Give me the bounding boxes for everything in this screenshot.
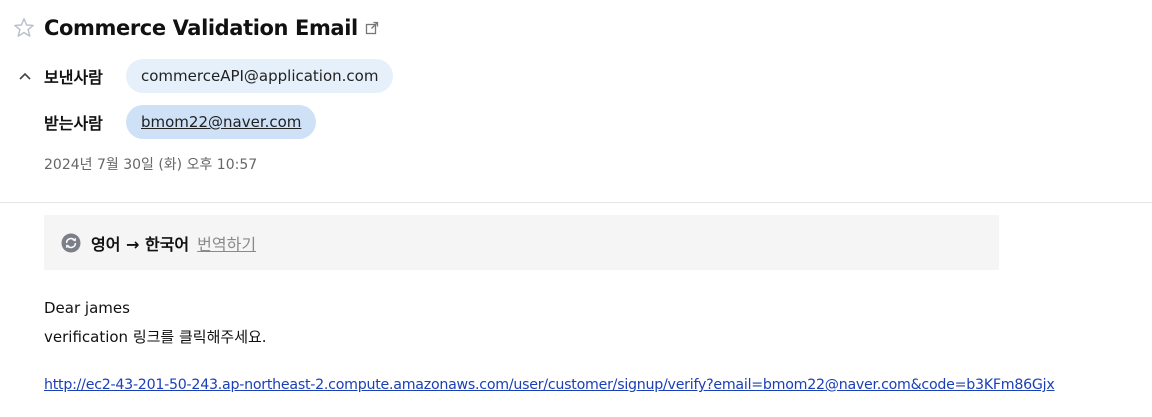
recipient-label: 받는사람 (44, 114, 103, 133)
chevron-up-icon[interactable] (18, 70, 32, 82)
mail-read-view: Commerce Validation Email 보낸사람 commerceA… (0, 0, 1152, 417)
translate-language-pair: 영어 → 한국어 (91, 234, 190, 254)
open-in-new-window-icon[interactable] (365, 21, 379, 35)
mail-date: 2024년 7월 30일 (화) 오후 10:57 (44, 157, 258, 173)
recipient-address-chip[interactable]: bmom22@naver.com (126, 105, 317, 139)
mail-subject: Commerce Validation Email (44, 16, 358, 40)
star-icon[interactable] (12, 16, 36, 40)
mail-body-greeting: Dear james (44, 299, 130, 317)
translate-button[interactable]: 번역하기 (197, 231, 256, 255)
mail-header: Commerce Validation Email (12, 12, 379, 44)
header-divider (0, 202, 1152, 203)
sender-label: 보낸사람 (44, 68, 103, 87)
translate-refresh-icon (61, 233, 81, 253)
sender-address-chip[interactable]: commerceAPI@application.com (126, 59, 394, 93)
verification-link[interactable]: http://ec2-43-201-50-243.ap-northeast-2.… (44, 377, 1148, 393)
mail-body-instruction: verification 링크를 클릭해주세요. (44, 328, 267, 346)
translate-bar: 영어 → 한국어 번역하기 (44, 215, 999, 270)
